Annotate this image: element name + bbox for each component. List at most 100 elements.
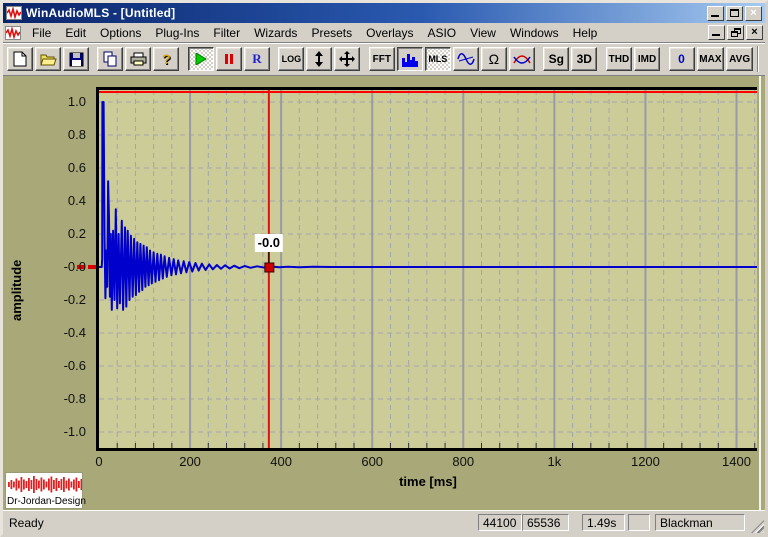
copy-button[interactable] xyxy=(97,47,123,71)
plot-client-area: amplitude time [ms] -0.0 1.00.80.60.40.2… xyxy=(3,76,765,510)
close-button[interactable]: × xyxy=(745,6,762,21)
y-tick-label: 0.8 xyxy=(38,127,86,142)
help-button[interactable]: ? xyxy=(153,47,179,71)
mdi-close-button[interactable]: × xyxy=(746,25,763,40)
vertical-arrows-icon xyxy=(315,51,323,67)
mdi-restore-button[interactable] xyxy=(727,25,744,40)
frame-highlight xyxy=(759,76,761,510)
app-window: WinAudioMLS - [Untitled] × File Edit Opt… xyxy=(0,0,768,537)
status-window-function: Blackman xyxy=(655,514,745,531)
spectrum-bars-icon xyxy=(402,52,418,67)
document-icon[interactable] xyxy=(5,26,21,40)
spectrum-bars-button[interactable] xyxy=(397,47,423,71)
x-tick-label: 800 xyxy=(452,454,474,469)
menu-view[interactable]: View xyxy=(463,24,503,42)
fft-button[interactable]: FFT xyxy=(369,47,395,71)
menu-presets[interactable]: Presets xyxy=(304,24,359,42)
menu-plugins[interactable]: Plug-Ins xyxy=(148,24,206,42)
menu-bar: File Edit Options Plug-Ins Filter Wizard… xyxy=(3,23,765,43)
log-scale-button[interactable]: LOG xyxy=(278,47,304,71)
y-tick-label: -0.6 xyxy=(38,358,86,373)
3d-button[interactable]: 3D xyxy=(571,47,597,71)
pan-button[interactable] xyxy=(334,47,360,71)
y-tick-label: -0.0 xyxy=(38,259,86,274)
x-tick-label: 400 xyxy=(270,454,292,469)
save-floppy-icon xyxy=(69,52,84,67)
sweep-curves-icon xyxy=(513,53,531,66)
title-bar: WinAudioMLS - [Untitled] × xyxy=(3,3,765,23)
pause-button[interactable] xyxy=(216,47,242,71)
window-title: WinAudioMLS - [Untitled] xyxy=(26,6,707,20)
save-button[interactable] xyxy=(63,47,89,71)
impulse-response-chart[interactable] xyxy=(99,90,757,448)
vendor-logo: Dr-Jordan-Design xyxy=(5,472,83,509)
max-button[interactable]: MAX xyxy=(697,47,725,71)
status-empty-field xyxy=(628,514,650,531)
menu-options[interactable]: Options xyxy=(93,24,148,42)
sine-wave-icon xyxy=(457,52,475,66)
avg-button[interactable]: AVG xyxy=(726,47,753,71)
minimize-icon xyxy=(712,34,720,36)
y-tick-label: -0.4 xyxy=(38,325,86,340)
x-tick-label: 600 xyxy=(361,454,383,469)
y-tick-label: -1.0 xyxy=(38,424,86,439)
menu-wizards[interactable]: Wizards xyxy=(247,24,304,42)
plot-border-left xyxy=(96,87,99,451)
menu-windows[interactable]: Windows xyxy=(503,24,566,42)
menu-filter[interactable]: Filter xyxy=(206,24,247,42)
print-button[interactable] xyxy=(125,47,151,71)
restore-icon xyxy=(731,28,741,37)
minimize-button[interactable] xyxy=(707,6,724,21)
menu-overlays[interactable]: Overlays xyxy=(359,24,420,42)
mls-button[interactable]: MLS xyxy=(425,47,451,71)
status-message: Ready xyxy=(9,516,44,530)
y-axis-title: amplitude xyxy=(9,260,24,321)
logo-waveform-icon xyxy=(6,473,82,496)
thd-button[interactable]: THD xyxy=(606,47,632,71)
maximize-button[interactable] xyxy=(726,6,743,21)
imd-button[interactable]: IMD xyxy=(634,47,660,71)
y-tick-label: 0.6 xyxy=(38,160,86,175)
open-button[interactable] xyxy=(35,47,61,71)
zero-level-marker-dash xyxy=(88,265,96,269)
minimize-icon xyxy=(711,15,719,17)
mdi-minimize-button[interactable] xyxy=(708,25,725,40)
close-icon: × xyxy=(750,8,756,19)
menu-file[interactable]: File xyxy=(25,24,58,42)
menu-edit[interactable]: Edit xyxy=(58,24,93,42)
sweep-button[interactable] xyxy=(509,47,535,71)
x-tick-label: 1200 xyxy=(631,454,660,469)
record-button[interactable]: R xyxy=(244,47,270,71)
x-tick-label: 0 xyxy=(95,454,102,469)
resize-grip[interactable] xyxy=(751,520,764,533)
menu-help[interactable]: Help xyxy=(566,24,605,42)
x-tick-label: 1k xyxy=(547,454,561,469)
printer-icon xyxy=(130,52,147,66)
status-sample-rate: 44100 xyxy=(478,514,522,531)
new-file-icon xyxy=(13,51,27,67)
plot-border-top xyxy=(96,87,757,90)
y-tick-label: 0.2 xyxy=(38,226,86,241)
new-button[interactable] xyxy=(7,47,33,71)
help-icon: ? xyxy=(162,51,171,67)
x-axis-title: time [ms] xyxy=(355,474,501,489)
menu-asio[interactable]: ASIO xyxy=(420,24,463,42)
status-duration: 1.49s xyxy=(582,514,625,531)
plot-area[interactable] xyxy=(99,90,757,448)
play-icon xyxy=(195,53,207,65)
zero-button[interactable]: 0 xyxy=(669,47,695,71)
y-tick-label: -0.2 xyxy=(38,292,86,307)
y-tick-label: 1.0 xyxy=(38,94,86,109)
x-tick-label: 1400 xyxy=(722,454,751,469)
impedance-button[interactable]: Ω xyxy=(481,47,507,71)
play-button[interactable] xyxy=(188,47,214,71)
vertical-scale-button[interactable] xyxy=(306,47,332,71)
copy-icon xyxy=(103,51,118,67)
move-arrows-icon xyxy=(339,51,355,67)
vendor-logo-text: Dr-Jordan-Design xyxy=(6,496,82,508)
toolbar-separator xyxy=(757,46,759,72)
cursor-value-label: -0.0 xyxy=(255,234,283,252)
pause-icon xyxy=(225,54,233,64)
scope-button[interactable] xyxy=(453,47,479,71)
signal-generator-button[interactable]: Sg xyxy=(543,47,569,71)
